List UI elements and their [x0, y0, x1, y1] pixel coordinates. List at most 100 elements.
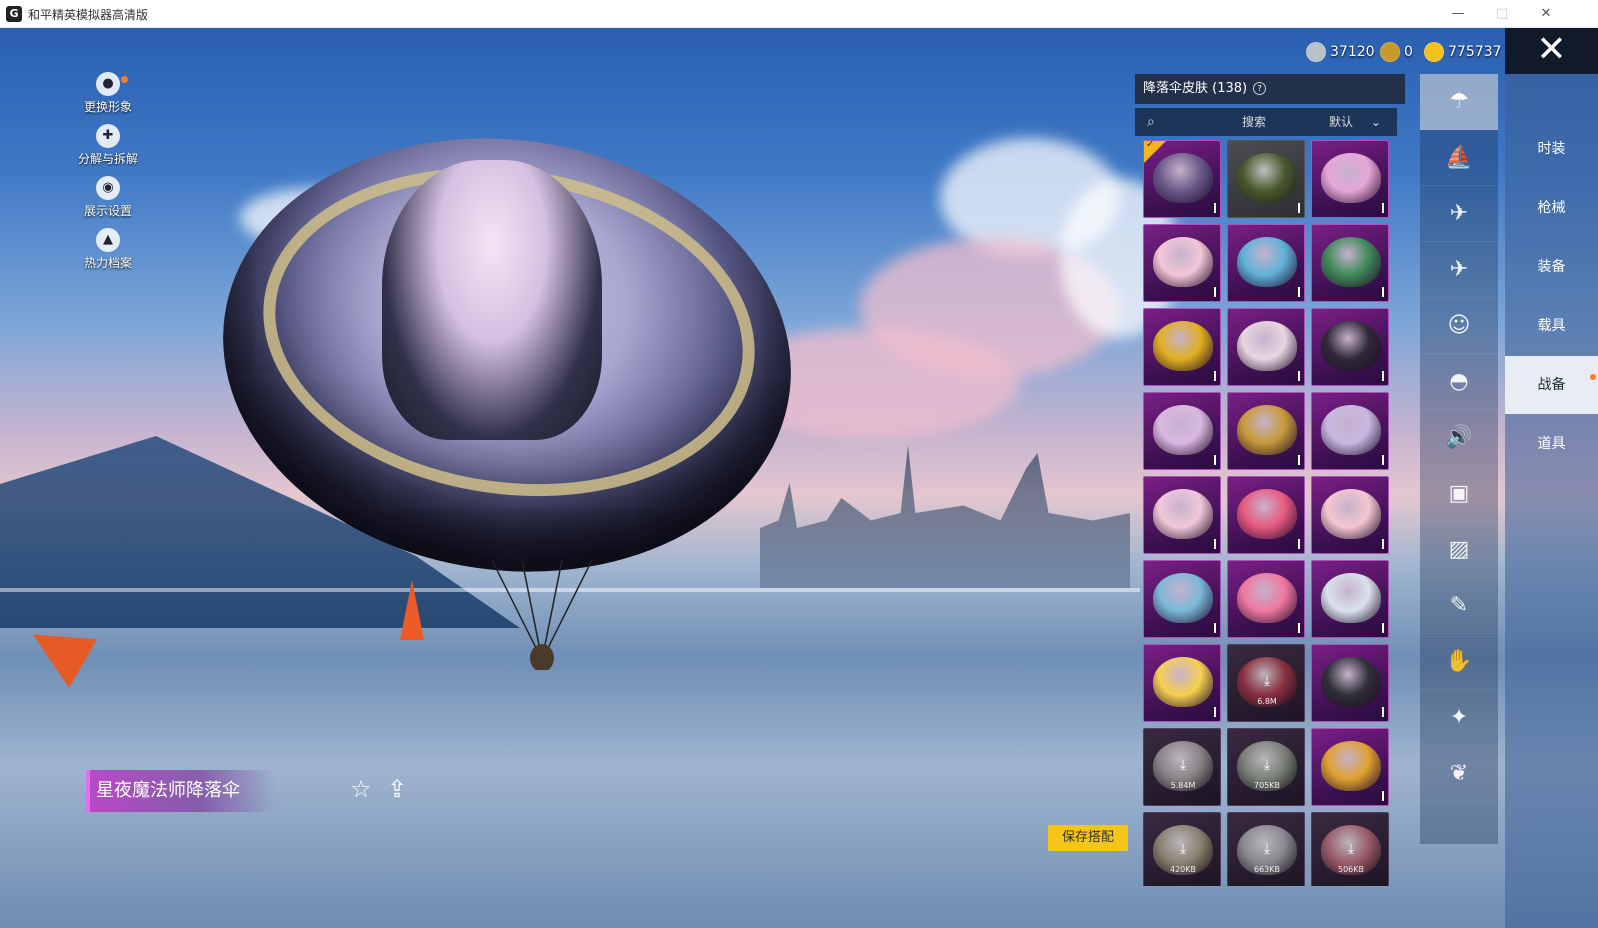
download-icon: ⤓ [1263, 757, 1271, 773]
hand-icon[interactable]: ✋ [1420, 634, 1498, 690]
skin-item[interactable] [1227, 476, 1305, 554]
maximize-button[interactable]: □ [1480, 0, 1524, 28]
skin-thumbnail [1153, 321, 1213, 371]
decompose-label: 分解与拆解 [77, 152, 138, 166]
skin-thumbnail [1321, 573, 1381, 623]
airplane-icon[interactable]: ✈ [1420, 242, 1498, 298]
parachute-preview[interactable] [194, 102, 820, 670]
game-scene: ● 更换形象 ✚ 分解与拆解 ◉ 展示设置 ▲ 热力档案 37120 0 775… [0, 28, 1598, 928]
skin-item[interactable] [1311, 644, 1389, 722]
owned-marker [1214, 539, 1216, 549]
search-input[interactable]: 搜索 [1179, 108, 1329, 136]
subcategory-icon-column: ☂ ⛵ ✈ ✈ ☺ ◓ 🔊 ▣ ▨ ✎ ✋ ✦ ❦ [1420, 74, 1498, 844]
skin-item[interactable] [1143, 224, 1221, 302]
skin-thumbnail [1321, 153, 1381, 203]
skin-item[interactable] [1227, 560, 1305, 638]
currency-gold[interactable]: 775737 [1424, 42, 1501, 62]
skin-item[interactable] [1227, 392, 1305, 470]
download-size: 663KB [1253, 865, 1280, 874]
currency-bronze[interactable]: 0 [1380, 42, 1413, 62]
helmet-icon[interactable]: ◓ [1420, 354, 1498, 410]
skin-item[interactable]: ⤓ 705KB [1227, 728, 1305, 806]
favorite-star-icon[interactable]: ☆ [346, 774, 376, 804]
skin-item[interactable] [1143, 392, 1221, 470]
skin-item[interactable] [1143, 644, 1221, 722]
heat-profile-button[interactable]: ▲ 热力档案 [68, 228, 148, 271]
bird-icon[interactable]: ❦ [1420, 746, 1498, 802]
parachute-icon[interactable]: ☂ [1420, 74, 1498, 130]
skin-thumbnail [1321, 489, 1381, 539]
skin-thumbnail [1321, 321, 1381, 371]
decompose-button[interactable]: ✚ 分解与拆解 [68, 124, 148, 167]
skin-item[interactable] [1311, 308, 1389, 386]
skin-item[interactable] [1143, 476, 1221, 554]
skin-item[interactable] [1311, 728, 1389, 806]
share-icon[interactable]: ⇪ [382, 774, 412, 804]
skin-item[interactable] [1311, 476, 1389, 554]
help-icon[interactable]: ? [1253, 82, 1267, 95]
speaker-icon[interactable]: 🔊 [1420, 410, 1498, 466]
currency-silver[interactable]: 37120 [1306, 42, 1375, 62]
category-tab[interactable]: 枪械 [1505, 179, 1598, 237]
display-settings-button[interactable]: ◉ 展示设置 [68, 176, 148, 219]
download-icon: ⤓ [1347, 841, 1355, 857]
spray-icon[interactable]: ✎ [1420, 578, 1498, 634]
sort-dropdown[interactable]: 默认 ⌄ [1315, 108, 1395, 136]
parachute-character-art [382, 160, 602, 440]
skin-item[interactable] [1227, 224, 1305, 302]
skin-item[interactable] [1143, 560, 1221, 638]
owned-marker [1298, 287, 1300, 297]
skin-item[interactable]: ✓ [1143, 140, 1221, 218]
category-tab[interactable]: 时装 [1505, 120, 1598, 178]
sparkle-icon[interactable]: ✦ [1420, 690, 1498, 746]
owned-marker [1298, 455, 1300, 465]
skin-item[interactable]: ⤓ 6.8M [1227, 644, 1305, 722]
skin-item[interactable] [1227, 308, 1305, 386]
bot-icon[interactable]: ▣ [1420, 466, 1498, 522]
skin-item[interactable] [1311, 224, 1389, 302]
skin-thumbnail [1237, 153, 1297, 203]
skin-item[interactable]: ⤓ 506KB [1311, 812, 1389, 886]
face-icon[interactable]: ☺ [1420, 298, 1498, 354]
owned-marker [1214, 455, 1216, 465]
download-icon: ⤓ [1179, 841, 1187, 857]
owned-marker [1298, 371, 1300, 381]
flame-icon: ▲ [96, 228, 120, 252]
owned-marker [1214, 203, 1216, 213]
category-tab[interactable]: 装备 [1505, 238, 1598, 296]
window-close-button[interactable]: ✕ [1524, 0, 1568, 28]
download-icon: ⤓ [1263, 841, 1271, 857]
owned-marker [1214, 287, 1216, 297]
plane-trail-icon[interactable]: ✈ [1420, 186, 1498, 242]
category-tab[interactable]: 载具 [1505, 297, 1598, 355]
notification-dot [1590, 374, 1596, 380]
window-title-bar: G 和平精英模拟器高清版 — □ ✕ [0, 0, 1598, 28]
skin-item[interactable]: ⤓ 420KB [1143, 812, 1221, 886]
image-icon[interactable]: ▨ [1420, 522, 1498, 578]
owned-marker [1298, 623, 1300, 633]
skin-item[interactable] [1311, 140, 1389, 218]
boat-icon[interactable]: ⛵ [1420, 130, 1498, 186]
close-button[interactable]: ✕ [1505, 28, 1598, 74]
panel-title: 降落伞皮肤 (138) [1143, 81, 1248, 96]
app-icon: G [6, 6, 22, 22]
window-title: 和平精英模拟器高清版 [28, 8, 149, 22]
skin-thumbnail [1237, 573, 1297, 623]
owned-marker [1298, 539, 1300, 549]
skin-item[interactable]: ⤓ 663KB [1227, 812, 1305, 886]
owned-marker [1214, 707, 1216, 717]
category-tab[interactable]: 战备 [1505, 356, 1598, 414]
minimize-button[interactable]: — [1436, 0, 1480, 28]
panel-header: 降落伞皮肤 (138)? [1135, 74, 1405, 104]
skin-thumbnail [1153, 489, 1213, 539]
owned-marker [1214, 623, 1216, 633]
save-outfit-button[interactable]: 保存搭配 [1048, 825, 1128, 851]
skin-item[interactable] [1311, 560, 1389, 638]
sort-label: 默认 [1329, 115, 1354, 129]
skin-item[interactable] [1311, 392, 1389, 470]
change-avatar-button[interactable]: ● 更换形象 [68, 72, 148, 115]
skin-item[interactable] [1227, 140, 1305, 218]
skin-item[interactable] [1143, 308, 1221, 386]
category-tab[interactable]: 道具 [1505, 415, 1598, 473]
skin-item[interactable]: ⤓ 5.84M [1143, 728, 1221, 806]
